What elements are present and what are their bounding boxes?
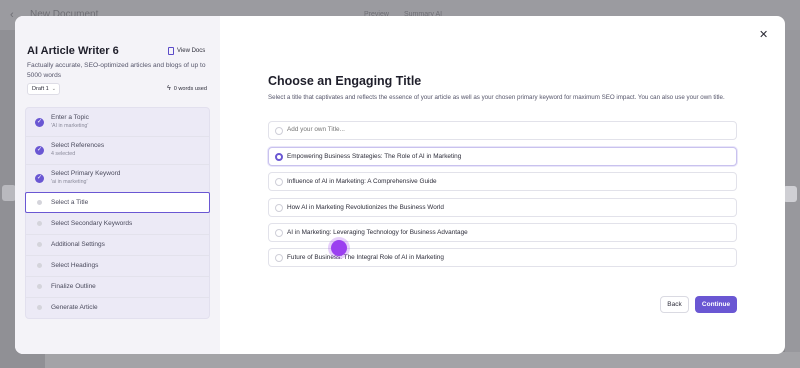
background-bottom-area: [45, 352, 800, 368]
title-option[interactable]: Empowering Business Strategies: The Role…: [268, 147, 737, 166]
step-dot-icon: [37, 284, 42, 289]
page-subtitle: Select a title that captivates and refle…: [268, 94, 725, 101]
step-label: Select a Title: [51, 199, 89, 206]
page-title: Choose an Engaging Title: [268, 74, 422, 88]
step-dot-icon: [37, 305, 42, 310]
custom-title-field[interactable]: [268, 121, 737, 140]
step-enter-topic[interactable]: ✓ Enter a Topic 'AI in marketing': [26, 108, 209, 136]
check-icon: ✓: [35, 118, 44, 127]
back-button[interactable]: Back: [660, 296, 689, 313]
step-dot-icon: [37, 221, 42, 226]
step-select-headings[interactable]: Select Headings: [26, 256, 209, 276]
radio-button[interactable]: [275, 204, 283, 212]
step-finalize-outline[interactable]: Finalize Outline: [26, 277, 209, 297]
check-icon: ✓: [35, 174, 44, 183]
title-option[interactable]: Influence of AI in Marketing: A Comprehe…: [268, 172, 737, 191]
step-label: Generate Article: [51, 304, 98, 311]
view-docs-label: View Docs: [177, 48, 206, 54]
step-dot-icon: [37, 263, 42, 268]
continue-button[interactable]: Continue: [695, 296, 737, 313]
title-option-label: Empowering Business Strategies: The Role…: [287, 153, 462, 160]
step-label: Finalize Outline: [51, 283, 96, 290]
step-list: ✓ Enter a Topic 'AI in marketing' ✓ Sele…: [25, 107, 210, 319]
step-select-primary-keyword[interactable]: ✓ Select Primary Keyword 'ai in marketin…: [26, 165, 209, 192]
step-dot-icon: [37, 200, 42, 205]
step-label: Select Headings: [51, 262, 99, 269]
tool-description: Factually accurate, SEO-optimized articl…: [27, 62, 206, 79]
steps-panel: AI Article Writer 6 View Docs Factually …: [15, 16, 220, 354]
draft-select[interactable]: Draft 1 ⌄: [27, 83, 60, 95]
title-option[interactable]: How AI in Marketing Revolutionizes the B…: [268, 198, 737, 217]
title-option-label: How AI in Marketing Revolutionizes the B…: [287, 204, 444, 211]
title-option-label: AI in Marketing: Leveraging Technology f…: [287, 229, 468, 236]
title-option-label: Future of Business: The Integral Role of…: [287, 254, 444, 261]
step-sublabel: 'ai in marketing': [51, 179, 88, 185]
step-sublabel: 'AI in marketing': [51, 123, 89, 129]
background-left-handle: [2, 185, 16, 201]
step-select-title[interactable]: Select a Title: [25, 192, 210, 213]
words-used-label: 0 words used: [173, 85, 207, 92]
document-icon: [168, 47, 174, 55]
radio-button[interactable]: [275, 178, 283, 186]
step-additional-settings[interactable]: Additional Settings: [26, 235, 209, 255]
title-option-label: Influence of AI in Marketing: A Comprehe…: [287, 178, 437, 185]
chevron-down-icon: ⌄: [51, 86, 56, 92]
step-select-references[interactable]: ✓ Select References 4 selected: [26, 137, 209, 164]
step-label: Enter a Topic: [51, 114, 89, 121]
radio-button[interactable]: [275, 229, 283, 237]
step-label: Select References: [51, 142, 105, 149]
close-icon[interactable]: ✕: [759, 28, 768, 41]
bolt-icon: ϟ: [167, 85, 171, 92]
step-label: Select Primary Keyword: [51, 170, 121, 177]
background-back-icon: ‹: [10, 9, 14, 21]
radio-button[interactable]: [275, 254, 283, 262]
article-writer-modal: AI Article Writer 6 View Docs Factually …: [15, 16, 785, 354]
view-docs-link[interactable]: View Docs: [168, 47, 205, 55]
step-label: Select Secondary Keywords: [51, 220, 133, 227]
cursor-indicator: [331, 240, 347, 256]
step-select-secondary-keywords[interactable]: Select Secondary Keywords: [26, 214, 209, 234]
step-generate-article[interactable]: Generate Article: [26, 298, 209, 318]
check-icon: ✓: [35, 146, 44, 155]
step-label: Additional Settings: [51, 241, 105, 248]
background-right-handle: [783, 186, 797, 202]
tool-title: AI Article Writer 6: [27, 45, 119, 57]
step-dot-icon: [37, 242, 42, 247]
step-sublabel: 4 selected: [51, 151, 76, 157]
words-used-indicator: ϟ 0 words used: [167, 85, 207, 92]
radio-button[interactable]: [275, 127, 283, 135]
custom-title-input[interactable]: [287, 126, 727, 133]
radio-button-selected[interactable]: [275, 153, 283, 161]
draft-select-value: Draft 1: [32, 86, 49, 92]
